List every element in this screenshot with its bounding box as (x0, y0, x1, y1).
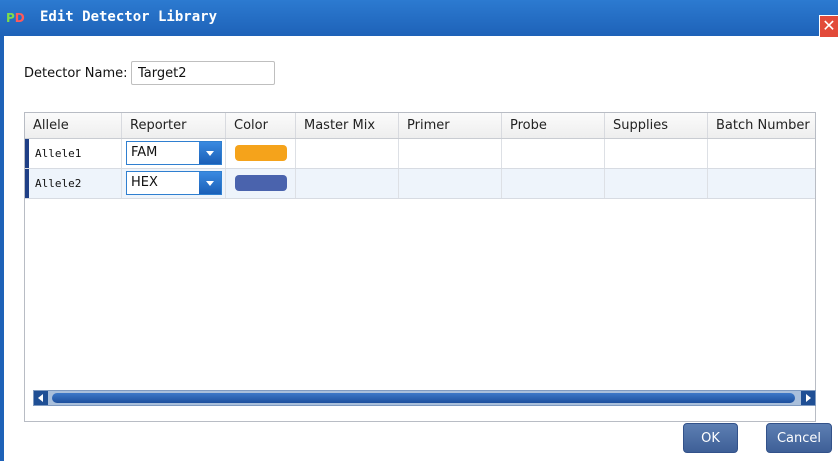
reporter-value: FAM (131, 145, 158, 160)
column-header-probe[interactable]: Probe (502, 113, 605, 138)
column-header-color[interactable]: Color (226, 113, 296, 138)
reporter-dropdown[interactable]: HEX (126, 171, 222, 195)
color-cell (226, 169, 296, 198)
chevron-down-icon[interactable] (199, 142, 221, 164)
window-border (0, 36, 4, 461)
scrollbar-thumb[interactable] (52, 393, 795, 403)
detector-name-label: Detector Name: (24, 66, 128, 81)
table-row[interactable]: Allele1 FAM (25, 139, 815, 169)
allele-cell[interactable]: Allele1 (25, 139, 122, 168)
batch-number-cell[interactable] (708, 139, 815, 168)
column-header-master-mix[interactable]: Master Mix (296, 113, 399, 138)
close-button[interactable]: ✕ (819, 15, 838, 38)
table-row[interactable]: Allele2 HEX (25, 169, 815, 199)
color-swatch[interactable] (235, 175, 287, 191)
allele-grid: Allele Reporter Color Master Mix Primer … (24, 112, 816, 422)
arrow-right-icon[interactable] (801, 391, 815, 405)
window-title: Edit Detector Library (40, 9, 218, 25)
chevron-down-icon[interactable] (199, 172, 221, 194)
column-header-reporter[interactable]: Reporter (122, 113, 226, 138)
reporter-cell: HEX (122, 169, 226, 198)
master-mix-cell[interactable] (296, 139, 399, 168)
column-header-allele[interactable]: Allele (25, 113, 122, 138)
allele-name: Allele2 (35, 177, 82, 190)
horizontal-scrollbar[interactable] (33, 390, 816, 406)
probe-cell[interactable] (502, 169, 605, 198)
detector-name-input[interactable] (131, 61, 275, 85)
reporter-cell: FAM (122, 139, 226, 168)
allele-name: Allele1 (35, 147, 82, 160)
supplies-cell[interactable] (605, 169, 708, 198)
reporter-dropdown[interactable]: FAM (126, 141, 222, 165)
primer-cell[interactable] (399, 139, 502, 168)
reporter-value: HEX (131, 175, 158, 190)
app-icon: PD (6, 11, 25, 25)
batch-number-cell[interactable] (708, 169, 815, 198)
cancel-button[interactable]: Cancel (766, 423, 832, 453)
primer-cell[interactable] (399, 169, 502, 198)
probe-cell[interactable] (502, 139, 605, 168)
color-swatch[interactable] (235, 145, 287, 161)
grid-header: Allele Reporter Color Master Mix Primer … (25, 113, 815, 139)
column-header-supplies[interactable]: Supplies (605, 113, 708, 138)
allele-cell[interactable]: Allele2 (25, 169, 122, 198)
ok-button[interactable]: OK (683, 423, 738, 453)
master-mix-cell[interactable] (296, 169, 399, 198)
column-header-batch-number[interactable]: Batch Number (708, 113, 815, 138)
supplies-cell[interactable] (605, 139, 708, 168)
color-cell (226, 139, 296, 168)
title-bar: PD Edit Detector Library ✕ (0, 0, 838, 38)
column-header-primer[interactable]: Primer (399, 113, 502, 138)
arrow-left-icon[interactable] (34, 391, 48, 405)
close-icon: ✕ (822, 16, 836, 35)
